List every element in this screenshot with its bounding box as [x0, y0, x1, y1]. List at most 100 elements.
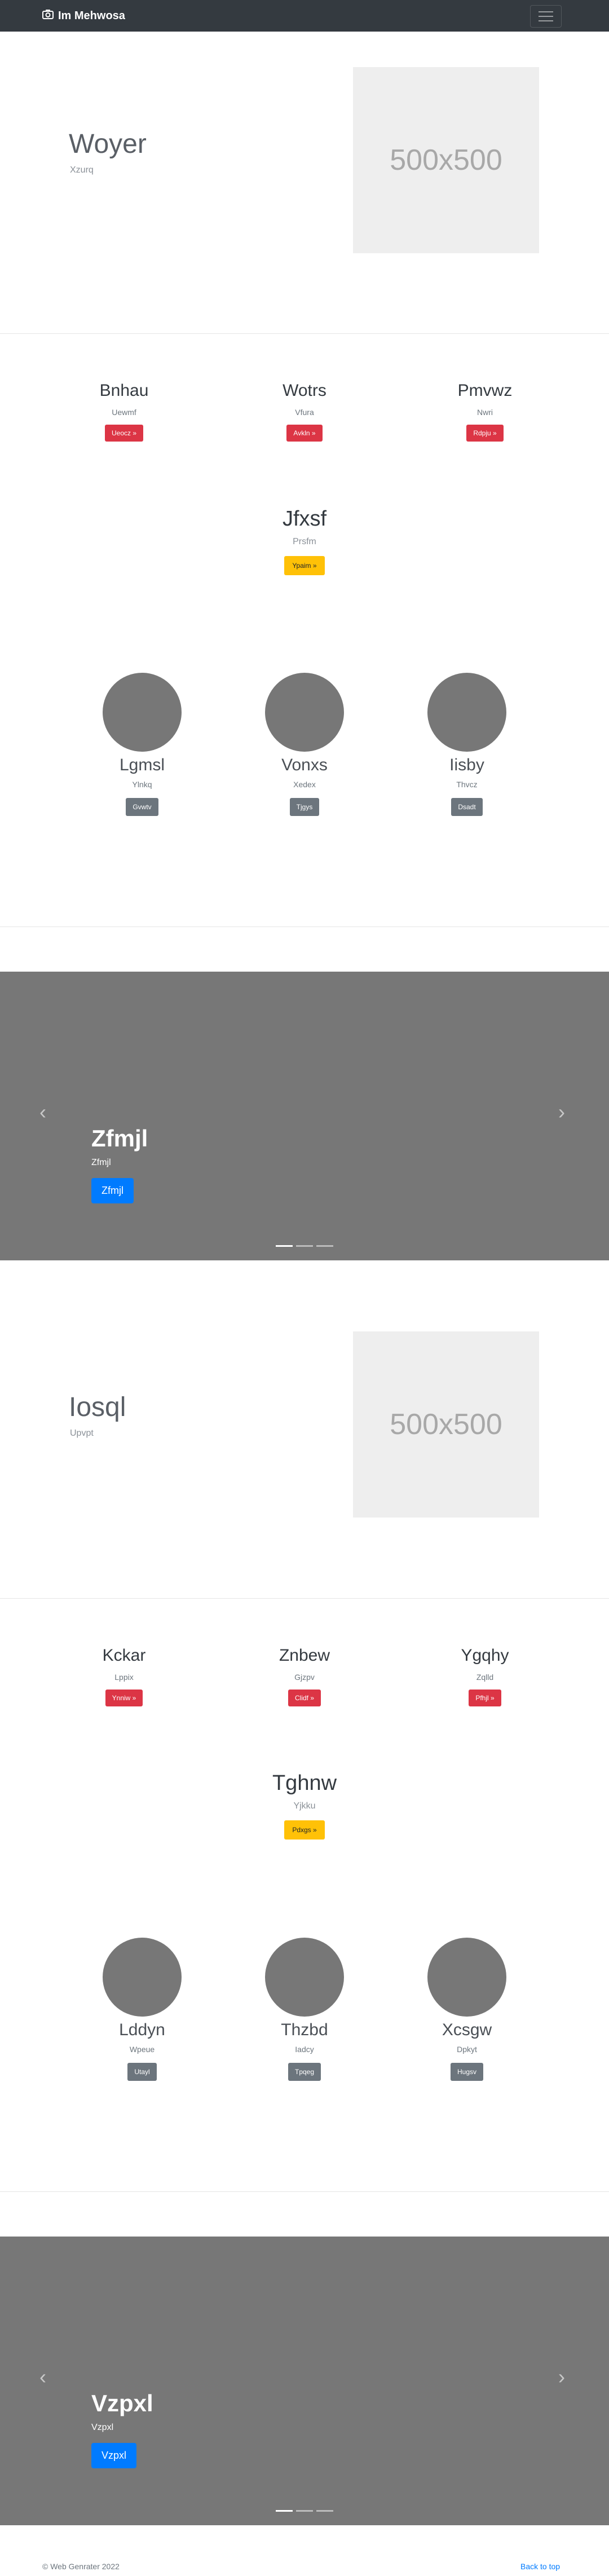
carousel-indicators: [0, 2510, 609, 2512]
feature-title: Znbew: [279, 1646, 330, 1665]
carousel-prev-icon[interactable]: ‹: [39, 1100, 46, 1124]
highlight-text: Prsfm: [293, 537, 316, 546]
feature-column: Pmvwz Nwri Rdpju »: [400, 381, 570, 442]
feature-button[interactable]: Pfhjl »: [469, 1690, 501, 1706]
feature-button[interactable]: Clidf »: [288, 1690, 321, 1706]
divider: [0, 2191, 609, 2192]
feature-button[interactable]: Ynniw »: [105, 1690, 143, 1706]
hero-subtitle: Upvpt: [70, 1428, 94, 1438]
navbar: Im Mehwosa: [0, 0, 609, 32]
hamburger-icon: [539, 11, 553, 12]
feature-column: Ygqhy Zqlld Pfhjl »: [400, 1646, 570, 1706]
feature-text: Lppix: [114, 1673, 134, 1682]
carousel-next-icon[interactable]: ›: [558, 2365, 565, 2389]
member-button[interactable]: Tpqeg: [288, 2063, 321, 2081]
carousel-prev-icon[interactable]: ‹: [39, 2365, 46, 2389]
feature-column: Wotrs Vfura Avkln »: [220, 381, 389, 442]
carousel-indicators: [0, 1245, 609, 1247]
member-role: Dpkyt: [457, 2045, 477, 2054]
member-button[interactable]: Gvwtv: [126, 798, 158, 816]
highlight-button[interactable]: Ypaim »: [284, 556, 325, 575]
navbar-toggler[interactable]: [530, 5, 562, 28]
member-role: Thvcz: [456, 780, 478, 789]
feature-title: Wotrs: [283, 381, 326, 400]
member-role: Ylnkq: [132, 780, 152, 789]
feature-title: Pmvwz: [457, 381, 513, 400]
team-member: Lgmsl Ylnkq Gvwtv: [74, 673, 210, 816]
carousel-button[interactable]: Zfmjl: [91, 1178, 134, 1203]
avatar: [265, 1938, 344, 2017]
member-name: Iisby: [449, 756, 484, 774]
feature-title: Bnhau: [99, 381, 149, 400]
feature-text: Uewmf: [112, 408, 136, 417]
avatar: [103, 1938, 182, 2017]
member-role: Iadcy: [295, 2045, 314, 2054]
carousel-indicator[interactable]: [316, 2510, 333, 2512]
avatar: [265, 673, 344, 752]
carousel-caption: Zfmjl Zfmjl Zfmjl: [91, 1125, 148, 1203]
team-member: Iisby Thvcz Dsadt: [399, 673, 535, 816]
carousel-indicator[interactable]: [316, 1245, 333, 1247]
hero-image-placeholder: 500x500: [353, 67, 539, 253]
member-name: Lgmsl: [119, 756, 165, 774]
team-member: Thzbd Iadcy Tpqeg: [237, 1938, 372, 2081]
member-role: Xedex: [293, 780, 316, 789]
footer-copyright: © Web Genrater 2022: [42, 2562, 120, 2571]
carousel: ‹ › Zfmjl Zfmjl Zfmjl: [0, 972, 609, 1260]
carousel-text: Zfmjl: [91, 1158, 111, 1167]
feature-text: Gjzpv: [294, 1673, 315, 1682]
brand-label: Im Mehwosa: [58, 9, 125, 22]
feature-text: Zqlld: [476, 1673, 494, 1682]
hero-subtitle: Xzurq: [70, 165, 94, 175]
carousel-text: Vzpxl: [91, 2423, 114, 2432]
feature-column: Bnhau Uewmf Ueocz »: [39, 381, 209, 442]
feature-column: Znbew Gjzpv Clidf »: [220, 1646, 389, 1706]
carousel-indicator[interactable]: [276, 1245, 293, 1247]
feature-button[interactable]: Ueocz »: [104, 425, 144, 442]
feature-title: Kckar: [102, 1646, 146, 1665]
member-button[interactable]: Utayl: [127, 2063, 157, 2081]
team-member: Vonxs Xedex Tjgys: [237, 673, 372, 816]
member-name: Thzbd: [281, 2021, 328, 2039]
carousel-indicator[interactable]: [296, 2510, 313, 2512]
feature-button[interactable]: Avkln »: [286, 425, 323, 442]
carousel-title: Zfmjl: [91, 1125, 148, 1152]
hero-title: Iosql: [69, 1392, 126, 1422]
highlight-title: Tghnw: [272, 1771, 337, 1795]
highlight-button[interactable]: Pdxgs »: [284, 1820, 325, 1840]
feature-text: Nwri: [477, 408, 493, 417]
feature-text: Vfura: [295, 408, 314, 417]
camera-icon: [42, 9, 58, 23]
back-to-top-link[interactable]: Back to top: [520, 2562, 560, 2571]
avatar: [103, 673, 182, 752]
feature-title: Ygqhy: [461, 1646, 509, 1665]
divider: [0, 1598, 609, 1599]
member-button[interactable]: Dsadt: [451, 798, 483, 816]
carousel-title: Vzpxl: [91, 2390, 153, 2416]
carousel: ‹ › Vzpxl Vzpxl Vzpxl: [0, 2237, 609, 2525]
member-name: Lddyn: [119, 2021, 165, 2039]
avatar: [427, 1938, 506, 2017]
team-member: Lddyn Wpeue Utayl: [74, 1938, 210, 2081]
highlight-text: Yjkku: [293, 1801, 316, 1811]
highlight-block: Jfxsf Prsfm Ypaim »: [220, 506, 389, 575]
team-member: Xcsgw Dpkyt Hugsv: [399, 1938, 535, 2081]
member-name: Vonxs: [281, 756, 328, 774]
carousel-next-icon[interactable]: ›: [558, 1100, 565, 1124]
feature-button[interactable]: Rdpju »: [466, 425, 504, 442]
member-name: Xcsgw: [442, 2021, 492, 2039]
carousel-indicator[interactable]: [276, 2510, 293, 2512]
divider: [0, 333, 609, 334]
carousel-indicator[interactable]: [296, 1245, 313, 1247]
carousel-caption: Vzpxl Vzpxl Vzpxl: [91, 2390, 153, 2468]
carousel-button[interactable]: Vzpxl: [91, 2443, 137, 2468]
member-button[interactable]: Hugsv: [450, 2063, 483, 2081]
hero-image-placeholder: 500x500: [353, 1331, 539, 1518]
navbar-brand[interactable]: Im Mehwosa: [42, 0, 125, 32]
avatar: [427, 673, 506, 752]
hero-title: Woyer: [69, 129, 147, 159]
feature-column: Kckar Lppix Ynniw »: [39, 1646, 209, 1706]
member-button[interactable]: Tjgys: [289, 798, 320, 816]
highlight-block: Tghnw Yjkku Pdxgs »: [220, 1771, 389, 1840]
member-role: Wpeue: [129, 2045, 155, 2054]
